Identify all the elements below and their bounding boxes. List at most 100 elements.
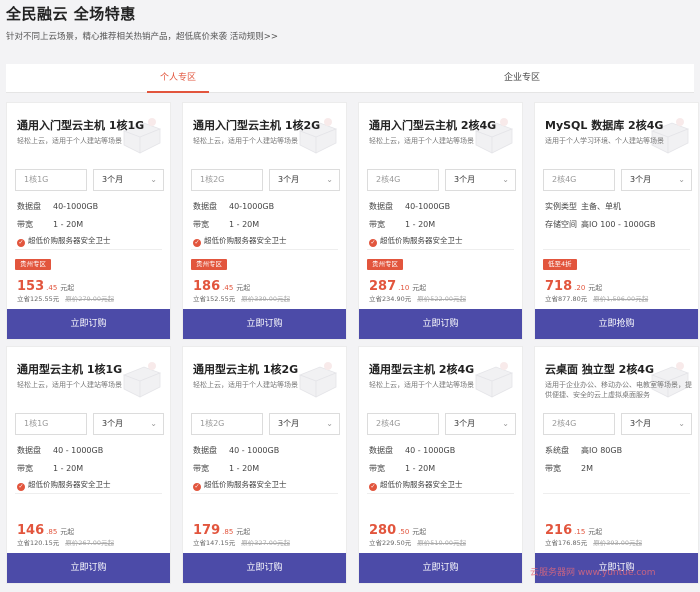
price: 179.85 元起 (193, 519, 250, 538)
savings-info: 立省152.55元 原价339.00元起 (193, 293, 290, 303)
card-description: 轻松上云，适用于个人建站等场景 (17, 137, 122, 145)
price-integer: 280 (369, 523, 397, 538)
spec-select[interactable]: 1核2G (191, 413, 263, 435)
promo-badge: 贵州专区 (15, 259, 51, 270)
savings-info: 立省877.80元 原价1,596.00元起 (545, 293, 648, 303)
buy-button[interactable]: 立即订购 (7, 309, 170, 339)
original-price: 原价510.00元起 (417, 539, 466, 547)
spec-value: 40-1000GB (229, 202, 275, 211)
duration-select-value: 3个月 (278, 175, 300, 184)
savings-amount: 立省120.15元 (17, 539, 60, 547)
original-price: 原价339.00元起 (241, 295, 290, 303)
security-offer-text: 超低价购服务器安全卫士 (380, 480, 463, 489)
price-decimal: .45 (46, 284, 58, 292)
duration-select[interactable]: 3个月 ⌄ (93, 413, 164, 435)
spec-value: 1 - 20M (229, 464, 260, 473)
spec-value: 40 - 1000GB (53, 446, 104, 455)
spec-select[interactable]: 2核4G (543, 169, 615, 191)
security-offer-text: 超低价购服务器安全卫士 (204, 236, 287, 245)
promo-badge: 贵州专区 (191, 259, 227, 270)
spec-row: 存储空间 高IO 100 - 1000GB (545, 219, 656, 230)
spec-select[interactable]: 2核4G (543, 413, 615, 435)
chevron-down-icon: ⌄ (502, 419, 509, 428)
card-description: 轻松上云，适用于个人建站等场景 (369, 381, 474, 389)
spec-key: 数据盘 (17, 446, 41, 455)
price-unit: 元起 (236, 528, 251, 536)
tab-label: 企业专区 (503, 73, 540, 83)
spec-row: 带宽 1 - 20M (17, 219, 83, 230)
buy-button[interactable]: 立即订购 (7, 553, 170, 583)
buy-button[interactable]: 立即订购 (183, 309, 346, 339)
card-title: 通用型云主机 1核2G (193, 363, 299, 376)
spec-key: 数据盘 (17, 202, 41, 211)
duration-select[interactable]: 3个月 ⌄ (621, 169, 692, 191)
original-price: 原价267.00元起 (65, 539, 114, 547)
active-tab-underline (147, 91, 209, 93)
spec-select[interactable]: 1核2G (191, 169, 263, 191)
price-decimal: .50 (398, 528, 410, 536)
buy-button[interactable]: 立即订购 (359, 309, 522, 339)
promo-badge: 贵州专区 (367, 259, 403, 270)
price-unit: 元起 (412, 528, 427, 536)
product-card: MySQL 数据库 2核4G 适用于个人学习环境、个人建站等场景 2核4G 3个月 ⌄ 实… (534, 102, 699, 340)
savings-info: 立省120.15元 原价267.00元起 (17, 537, 114, 547)
security-guard-offer: ✓ 超低价购服务器安全卫士 (369, 235, 463, 247)
card-title: 通用入门型云主机 1核2G (193, 119, 321, 132)
spec-key: 带宽 (17, 220, 33, 229)
divider (367, 249, 514, 250)
activity-rules-link[interactable]: 活动规则>> (230, 32, 278, 42)
original-price: 原价1,596.00元起 (593, 295, 649, 303)
watermark: 云服务器网 www.yuntue.com (530, 568, 656, 578)
price-unit: 元起 (60, 528, 75, 536)
buy-button[interactable]: 立即订购 (183, 553, 346, 583)
security-guard-offer: ✓ 超低价购服务器安全卫士 (17, 479, 111, 491)
divider (543, 249, 690, 250)
spec-select[interactable]: 2核4G (367, 169, 439, 191)
spec-row: 数据盘 40 - 1000GB (17, 445, 103, 456)
price-integer: 179 (193, 523, 221, 538)
chevron-down-icon: ⌄ (678, 419, 685, 428)
spec-select[interactable]: 1核1G (15, 169, 87, 191)
duration-select[interactable]: 3个月 ⌄ (621, 413, 692, 435)
duration-select[interactable]: 3个月 ⌄ (445, 413, 516, 435)
spec-select-value: 1核2G (200, 419, 225, 428)
spec-select[interactable]: 1核1G (15, 413, 87, 435)
security-offer-text: 超低价购服务器安全卫士 (204, 480, 287, 489)
spec-select[interactable]: 2核4G (367, 413, 439, 435)
spec-value: 主备、单机 (581, 202, 621, 211)
price-integer: 287 (369, 279, 397, 294)
shield-icon: ✓ (17, 239, 25, 247)
product-card: 通用入门型云主机 1核2G 轻松上云，适用于个人建站等场景 1核2G 3个月 ⌄ 数据盘 4… (182, 102, 347, 340)
original-price: 原价522.00元起 (417, 295, 466, 303)
shield-icon: ✓ (193, 239, 201, 247)
duration-select[interactable]: 3个月 ⌄ (269, 413, 340, 435)
spec-value: 2M (581, 464, 593, 473)
security-guard-offer: ✓ 超低价购服务器安全卫士 (17, 235, 111, 247)
duration-select[interactable]: 3个月 ⌄ (445, 169, 516, 191)
price: 718.20 元起 (545, 275, 602, 294)
shield-icon: ✓ (369, 239, 377, 247)
savings-info: 立省176.85元 原价393.00元起 (545, 537, 642, 547)
shield-icon: ✓ (369, 483, 377, 491)
price-unit: 元起 (236, 284, 251, 292)
spec-value: 1 - 20M (229, 220, 260, 229)
card-description: 适用于个人学习环境、个人建站等场景 (545, 137, 664, 145)
buy-button[interactable]: 立即抢购 (535, 309, 698, 339)
spec-value: 1 - 20M (53, 464, 84, 473)
card-title: 通用入门型云主机 1核1G (17, 119, 145, 132)
buy-button[interactable]: 立即订购 (359, 553, 522, 583)
tab-enterprise-zone[interactable]: 企业专区 (350, 64, 694, 92)
price-unit: 元起 (588, 528, 603, 536)
duration-select[interactable]: 3个月 ⌄ (269, 169, 340, 191)
product-card: 通用型云主机 2核4G 轻松上云，适用于个人建站等场景 2核4G 3个月 ⌄ 数据盘 40 … (358, 346, 523, 584)
card-title: MySQL 数据库 2核4G (545, 119, 664, 132)
price-integer: 186 (193, 279, 221, 294)
security-offer-text: 超低价购服务器安全卫士 (380, 236, 463, 245)
duration-select-value: 3个月 (102, 175, 124, 184)
spec-row: 数据盘 40 - 1000GB (193, 445, 279, 456)
chevron-down-icon: ⌄ (150, 419, 157, 428)
duration-select[interactable]: 3个月 ⌄ (93, 169, 164, 191)
tab-personal-zone[interactable]: 个人专区 (6, 64, 350, 93)
divider (543, 493, 690, 494)
divider (15, 249, 162, 250)
